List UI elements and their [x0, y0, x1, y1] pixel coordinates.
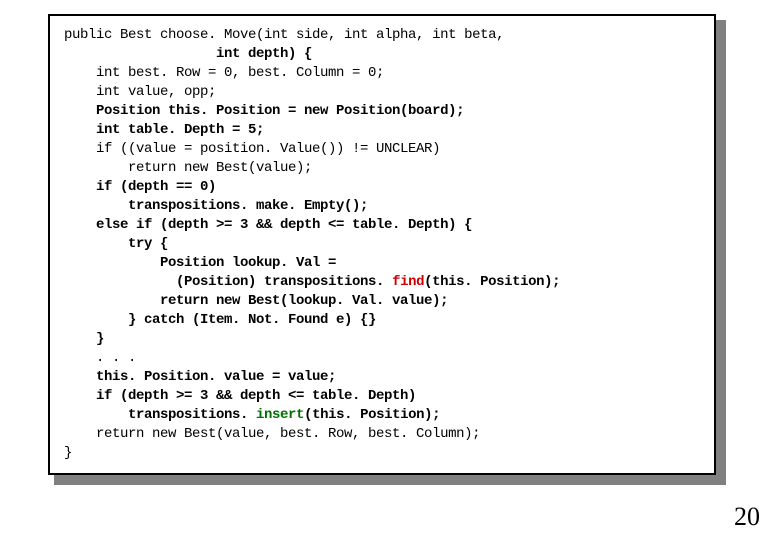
code-line: } — [64, 444, 700, 463]
code-line: int value, opp; — [64, 83, 700, 102]
code-box: public Best choose. Move(int side, int a… — [48, 14, 716, 475]
slide-container: public Best choose. Move(int side, int a… — [0, 0, 780, 540]
code-line: int table. Depth = 5; — [64, 121, 700, 140]
code-line: transpositions. insert(this. Position); — [64, 406, 700, 425]
page-number: 20 — [734, 502, 760, 532]
code-line: return new Best(value); — [64, 159, 700, 178]
code-line: else if (depth >= 3 && depth <= table. D… — [64, 216, 700, 235]
code-line: int depth) { — [64, 45, 700, 64]
code-line: return new Best(lookup. Val. value); — [64, 292, 700, 311]
code-line: return new Best(value, best. Row, best. … — [64, 425, 700, 444]
code-line: try { — [64, 235, 700, 254]
code-line: if (depth >= 3 && depth <= table. Depth) — [64, 387, 700, 406]
code-line: int best. Row = 0, best. Column = 0; — [64, 64, 700, 83]
code-line: public Best choose. Move(int side, int a… — [64, 26, 700, 45]
code-line: this. Position. value = value; — [64, 368, 700, 387]
code-line: if (depth == 0) — [64, 178, 700, 197]
code-line: } — [64, 330, 700, 349]
code-line: if ((value = position. Value()) != UNCLE… — [64, 140, 700, 159]
code-line: transpositions. make. Empty(); — [64, 197, 700, 216]
code-line: . . . — [64, 349, 700, 368]
code-line: } catch (Item. Not. Found e) {} — [64, 311, 700, 330]
code-line: Position this. Position = new Position(b… — [64, 102, 700, 121]
code-line: Position lookup. Val = (Position) transp… — [64, 254, 700, 292]
